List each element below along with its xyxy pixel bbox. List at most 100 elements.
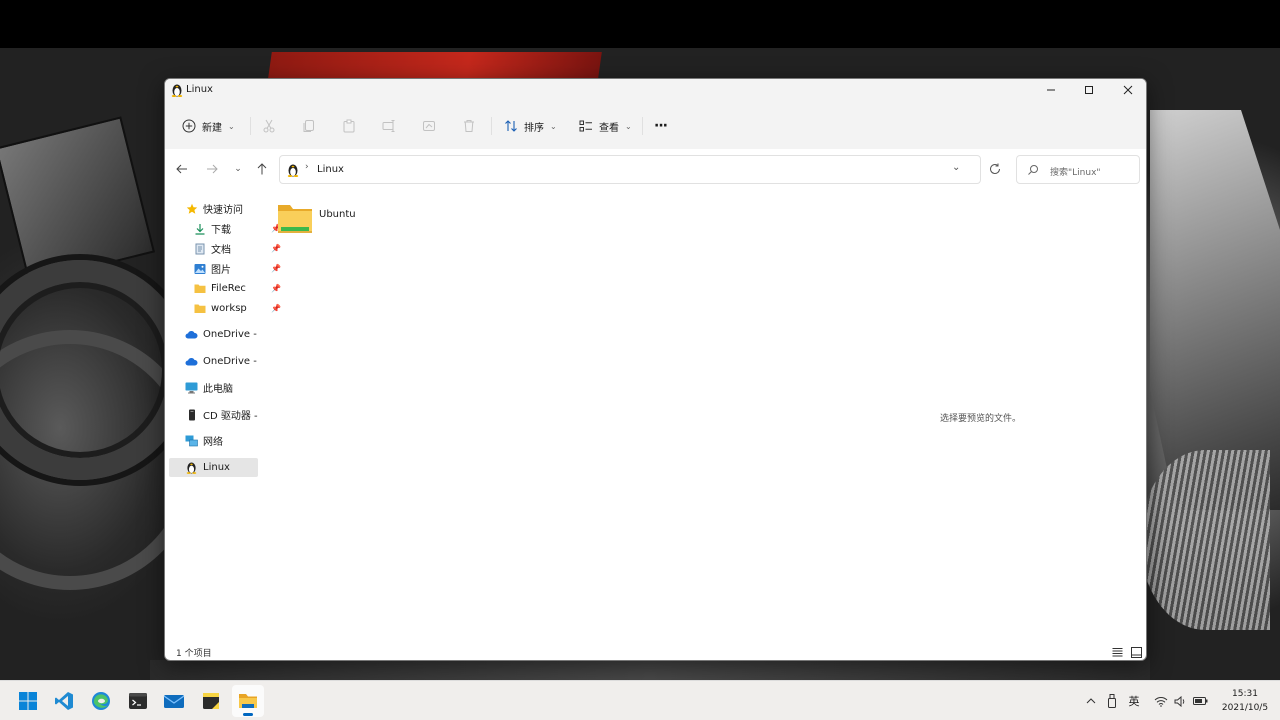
paste-button[interactable]: [341, 109, 357, 143]
sidebar-item-linux[interactable]: Linux: [169, 458, 258, 477]
address-bar[interactable]: › Linux ⌄: [279, 155, 981, 184]
sort-button[interactable]: 排序 ⌄: [503, 109, 557, 143]
linux-icon: [287, 163, 299, 177]
view-button[interactable]: 查看 ⌄: [578, 109, 632, 143]
close-button[interactable]: [1108, 79, 1146, 101]
download-icon: [193, 222, 206, 235]
copy-button[interactable]: [301, 109, 317, 143]
view-icon: [578, 118, 594, 134]
arrow-left-icon: [176, 164, 187, 174]
chevron-down-icon: ⌄: [550, 121, 557, 131]
cut-icon: [261, 118, 277, 134]
large-icons-view-button[interactable]: [1129, 645, 1143, 659]
minimize-button[interactable]: [1031, 79, 1071, 101]
sidebar-item-cd-drive[interactable]: CD 驱动器 -: [185, 405, 277, 424]
forward-button[interactable]: [201, 159, 223, 179]
sidebar-item-label: FileRec: [211, 283, 246, 294]
speaker-icon: [1174, 695, 1184, 707]
chevron-down-icon: ⌄: [625, 121, 632, 131]
search-placeholder: 搜索"Linux": [1050, 168, 1101, 178]
linux-icon: [185, 461, 198, 474]
start-button[interactable]: [12, 685, 44, 717]
recent-locations-button[interactable]: ⌄: [227, 159, 249, 179]
folder-icon: [193, 282, 206, 295]
usb-tray-button[interactable]: [1106, 693, 1118, 709]
maximize-icon: [1085, 86, 1093, 94]
show-hidden-icons-button[interactable]: [1084, 693, 1098, 709]
vscode-icon: [55, 692, 73, 710]
taskbar-app-terminal[interactable]: [122, 685, 154, 717]
navigation-bar: ⌄ › Linux ⌄ 搜索"Linux": [165, 149, 1146, 189]
taskbar-app-sticky-notes[interactable]: [195, 685, 227, 717]
breadcrumb-linux[interactable]: Linux: [317, 164, 344, 175]
taskbar-app-mail[interactable]: [158, 685, 190, 717]
taskbar-app-edge[interactable]: [85, 685, 117, 717]
sidebar-item-label: OneDrive -: [203, 329, 257, 340]
more-button[interactable]: ···: [654, 109, 668, 143]
share-button[interactable]: [421, 109, 437, 143]
network-icon: [185, 434, 198, 447]
file-list: Ubuntu 选择要预览的文件。: [269, 197, 1139, 637]
drive-icon: [185, 408, 198, 421]
folder-item-ubuntu[interactable]: Ubuntu: [277, 201, 377, 241]
sidebar-item-this-pc[interactable]: 此电脑: [185, 378, 277, 397]
document-icon: [193, 242, 206, 255]
taskbar-app-file-explorer[interactable]: [232, 685, 264, 717]
view-label: 查看: [599, 122, 619, 134]
star-icon: [185, 202, 198, 215]
details-view-button[interactable]: [1110, 645, 1124, 659]
active-app-indicator: [243, 713, 253, 716]
sidebar-item-label: 此电脑: [203, 384, 233, 395]
refresh-icon: [990, 163, 1001, 175]
battery-button[interactable]: [1192, 693, 1208, 709]
rename-icon: [381, 118, 397, 134]
address-dropdown-button[interactable]: ⌄: [952, 162, 960, 173]
paste-icon: [341, 118, 357, 134]
sidebar-item-onedrive-2[interactable]: OneDrive -: [185, 352, 277, 371]
rename-button[interactable]: [381, 109, 397, 143]
sidebar-item-onedrive-1[interactable]: OneDrive -: [185, 325, 277, 344]
delete-icon: [461, 118, 477, 134]
more-icon: ···: [654, 118, 668, 134]
close-icon: [1123, 85, 1133, 95]
minimize-icon: [1047, 89, 1055, 91]
folder-name: Ubuntu: [319, 209, 356, 220]
up-button[interactable]: [251, 159, 273, 179]
folder-icon: [277, 201, 313, 238]
title-bar[interactable]: Linux 新建 ⌄ 排序 ⌄ 查看 ⌄ ···: [165, 79, 1146, 149]
sticky-notes-icon: [203, 693, 219, 709]
refresh-button[interactable]: [985, 159, 1005, 179]
terminal-icon: [129, 693, 147, 709]
wifi-button[interactable]: [1153, 693, 1169, 709]
sidebar-item-label: 图片: [211, 265, 231, 276]
sort-icon: [503, 118, 519, 134]
sidebar-item-network[interactable]: 网络: [185, 431, 277, 450]
cut-button[interactable]: [261, 109, 277, 143]
maximize-button[interactable]: [1069, 79, 1109, 101]
chevron-right-icon[interactable]: ›: [305, 162, 309, 172]
search-input[interactable]: 搜索"Linux": [1016, 155, 1140, 184]
usb-icon: [1108, 694, 1116, 708]
navigation-pane: 快速访问 下载 📌 文档 📌 图片 📌 FileRec 📌 worksp 📌 O…: [165, 197, 281, 637]
taskbar-app-vscode[interactable]: [48, 685, 80, 717]
input-method-indicator[interactable]: 英: [1126, 693, 1142, 709]
back-button[interactable]: [171, 159, 193, 179]
edge-icon: [92, 692, 110, 710]
windows-start-icon: [19, 692, 37, 710]
system-clock[interactable]: 15:31 2021/10/5: [1214, 687, 1276, 715]
pictures-icon: [193, 262, 206, 275]
item-count: 1 个项目: [176, 649, 212, 659]
clock-date: 2021/10/5: [1221, 703, 1269, 713]
chevron-down-icon: ⌄: [228, 121, 235, 131]
status-bar: 1 个项目: [165, 642, 1146, 660]
search-icon: [1027, 164, 1039, 176]
new-button[interactable]: 新建 ⌄: [181, 109, 235, 143]
sidebar-item-quick-access[interactable]: 快速访问: [185, 199, 277, 218]
sidebar-item-label: worksp: [211, 303, 247, 314]
plus-circle-icon: [181, 118, 197, 134]
delete-button[interactable]: [461, 109, 477, 143]
volume-button[interactable]: [1173, 693, 1187, 709]
sidebar-item-label: OneDrive -: [203, 356, 257, 367]
clock-time: 15:31: [1232, 689, 1258, 699]
chevron-down-icon: ⌄: [234, 164, 242, 174]
